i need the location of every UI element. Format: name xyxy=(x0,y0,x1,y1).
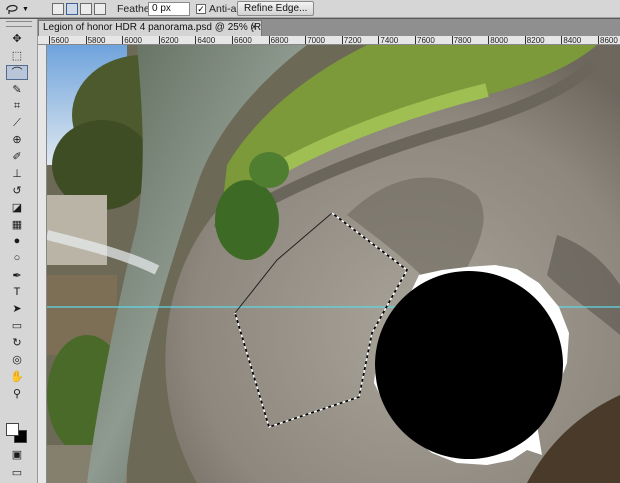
history-brush-tool-icon[interactable]: ↺ xyxy=(6,183,28,198)
tool-preset-picker[interactable]: ▼ xyxy=(4,2,34,16)
panel-grip[interactable] xyxy=(6,21,32,27)
blur-tool-icon[interactable]: ● xyxy=(6,234,28,249)
ruler-tick-label: 7400 xyxy=(378,36,399,45)
ruler-tick-label: 6600 xyxy=(232,36,252,45)
ruler-tick-label: 5600 xyxy=(49,36,69,45)
path-selection-tool-icon[interactable]: ➤ xyxy=(6,301,28,316)
quick-selection-tool-icon[interactable]: ✎ xyxy=(6,82,28,97)
add-to-selection-button[interactable] xyxy=(66,3,78,15)
ruler-tick-label: 7200 xyxy=(341,36,362,45)
ruler-tick-label: 7800 xyxy=(451,36,472,45)
chevron-down-icon: ▼ xyxy=(22,5,29,13)
black-circle-shape[interactable] xyxy=(375,271,563,459)
refine-edge-button[interactable]: Refine Edge... xyxy=(237,1,315,16)
move-tool-icon[interactable]: ✥ xyxy=(6,31,28,46)
ruler-tick-label: 8600 xyxy=(598,36,618,45)
zoom-tool-icon[interactable]: ⚲ xyxy=(6,386,28,401)
spot-healing-tool-icon[interactable]: ⊕ xyxy=(6,132,28,147)
subtract-from-selection-button[interactable] xyxy=(80,3,92,15)
ruler-tick-label: 6800 xyxy=(268,36,289,45)
feather-input[interactable]: 0 px xyxy=(148,2,190,16)
3d-rotate-tool-icon[interactable]: ↻ xyxy=(6,335,28,350)
ruler-tick-label: 8000 xyxy=(488,36,508,45)
brush-tool-icon[interactable]: ✐ xyxy=(6,149,28,164)
ruler-tick-label: 6400 xyxy=(195,36,216,45)
vertical-ruler[interactable] xyxy=(38,45,47,483)
panorama-image xyxy=(47,45,620,483)
3d-orbit-tool-icon[interactable]: ◎ xyxy=(6,352,28,367)
eraser-tool-icon[interactable]: ◪ xyxy=(6,200,28,215)
document-tab-bar: Legion of honor HDR 4 panorama.psd @ 25%… xyxy=(38,19,620,36)
screen-mode-icon[interactable]: ▭ xyxy=(6,465,28,480)
ruler-tick-label: 6000 xyxy=(122,36,142,45)
document-canvas[interactable] xyxy=(47,45,620,483)
quick-mask-icon[interactable]: ▣ xyxy=(6,447,28,462)
ruler-tick-label: 5800 xyxy=(85,36,106,45)
intersect-selection-button[interactable] xyxy=(94,3,106,15)
ruler-tick-label: 8400 xyxy=(561,36,582,45)
close-icon[interactable]: × xyxy=(251,21,257,35)
marquee-tool-icon[interactable]: ⬚ xyxy=(6,48,28,63)
type-tool-icon[interactable]: T xyxy=(6,285,28,300)
ruler-tick-label: 7000 xyxy=(305,36,325,45)
document-tab[interactable]: Legion of honor HDR 4 panorama.psd @ 25%… xyxy=(38,20,262,36)
crop-tool-icon[interactable]: ⌗ xyxy=(6,99,28,114)
foreground-color-swatch[interactable] xyxy=(6,423,19,436)
ruler-tick-label: 7600 xyxy=(415,36,435,45)
lasso-icon xyxy=(6,4,18,14)
dodge-tool-icon[interactable]: ○ xyxy=(6,251,28,266)
new-selection-button[interactable] xyxy=(52,3,64,15)
antialias-checkbox[interactable]: ✓ xyxy=(196,4,206,14)
ruler-tick-label: 6200 xyxy=(158,36,179,45)
pen-tool-icon[interactable]: ✒ xyxy=(6,268,28,283)
gradient-tool-icon[interactable]: ▦ xyxy=(6,217,28,232)
options-bar: ▼ Feather: 0 px ✓ Anti-alias Refine Edge… xyxy=(0,0,620,18)
tools-panel: ▣ ▭ ✥ ⬚ ⌒ ✎ ⌗ ⟋ ⊕ ✐ ⊥ ↺ ◪ ▦ ● ○ ✒ T ➤ ▭ ↻ ◎ ✋ ⚲ xyxy=(0,19,38,483)
document-title: Legion of honor HDR 4 panorama.psd @ 25%… xyxy=(43,22,262,33)
lasso-tool-icon[interactable]: ⌒ xyxy=(6,64,28,80)
ruler-tick-label: 8200 xyxy=(524,36,545,45)
clone-stamp-tool-icon[interactable]: ⊥ xyxy=(6,166,28,181)
eyedropper-tool-icon[interactable]: ⟋ xyxy=(6,116,28,131)
shape-tool-icon[interactable]: ▭ xyxy=(6,318,28,333)
hand-tool-icon[interactable]: ✋ xyxy=(6,369,28,384)
horizontal-ruler[interactable]: 5600 5800 6000 6200 6400 6600 6800 7000 7200 7400… xyxy=(38,36,620,45)
